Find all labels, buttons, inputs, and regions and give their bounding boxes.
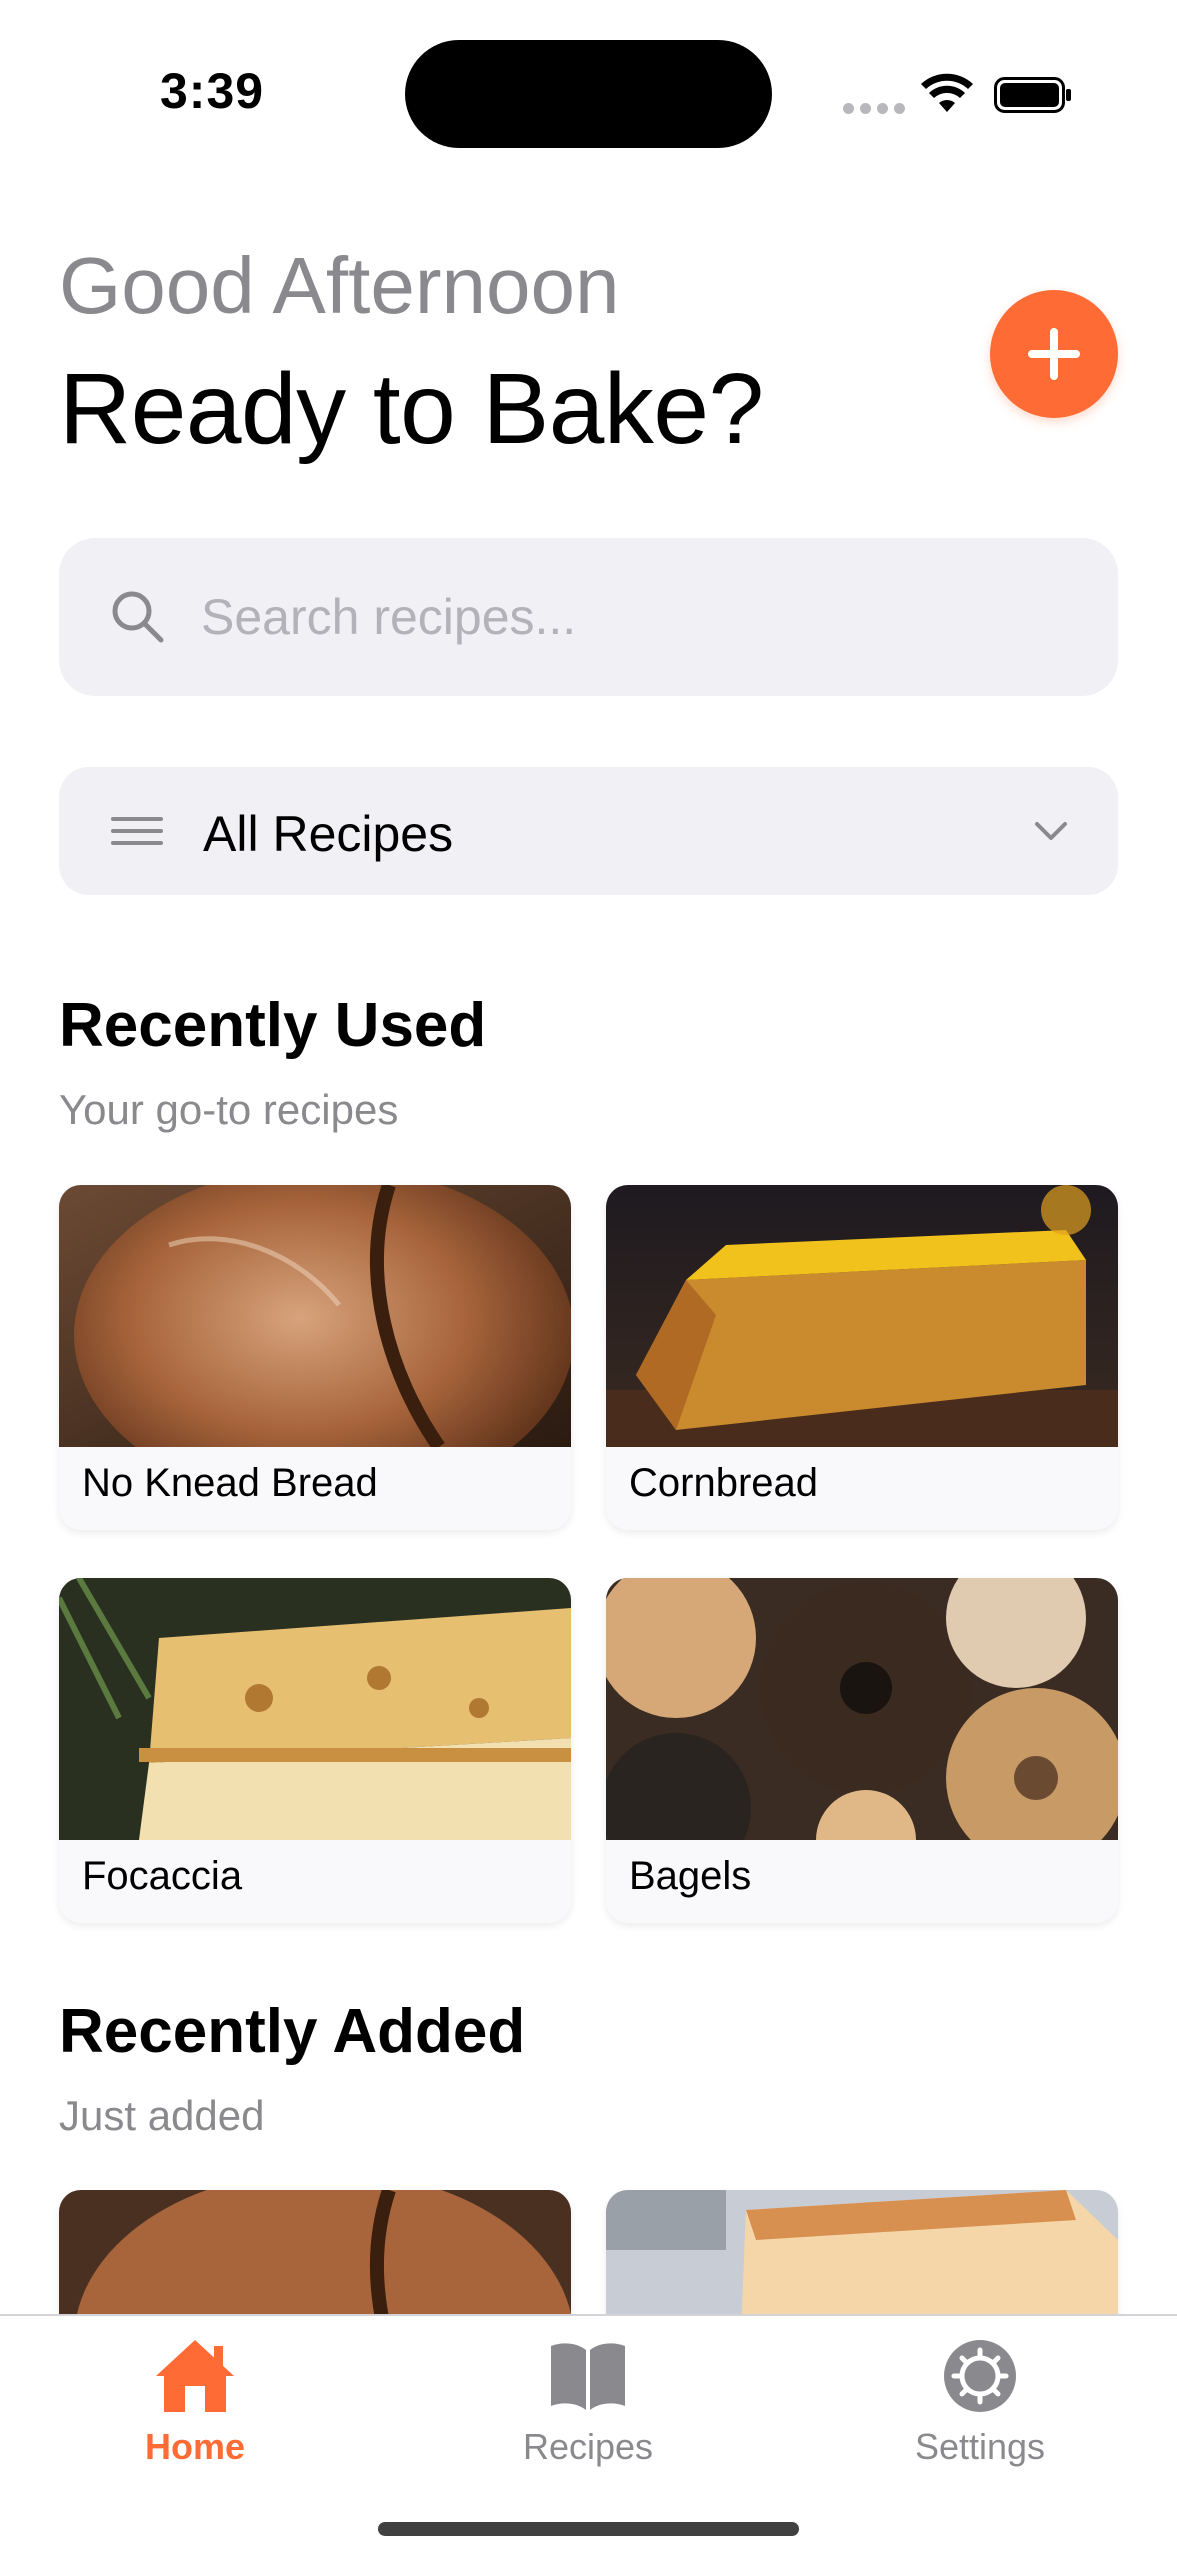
- recently-added-subtitle: Just added: [59, 2092, 265, 2139]
- bagels-image: [606, 1578, 1118, 1840]
- wifi-icon: [921, 73, 973, 112]
- bread-loaf-image: [59, 1185, 571, 1447]
- recipe-card[interactable]: Bagels: [606, 1578, 1118, 1923]
- home-indicator: [378, 2522, 799, 2536]
- search-input[interactable]: [201, 538, 1081, 696]
- category-filter-dropdown[interactable]: All Recipes: [59, 767, 1118, 895]
- tab-settings-label: Settings: [914, 2426, 1046, 2467]
- recipe-card-title: Focaccia: [82, 1854, 243, 1898]
- search-icon: [112, 591, 164, 643]
- recipe-card-title: Cornbread: [629, 1461, 819, 1505]
- recently-used-subtitle: Your go-to recipes: [59, 1086, 399, 1133]
- add-recipe-button[interactable]: [990, 290, 1118, 418]
- tab-recipes[interactable]: Recipes: [468, 2336, 708, 2486]
- filter-selected-label: All Recipes: [203, 806, 454, 862]
- recipe-card[interactable]: Focaccia: [59, 1578, 571, 1923]
- tab-home-label: Home: [144, 2426, 246, 2467]
- tab-recipes-label: Recipes: [522, 2426, 654, 2467]
- recently-added-title: Recently Added: [59, 1997, 526, 2066]
- book-icon: [551, 2343, 625, 2410]
- gear-icon: [944, 2340, 1016, 2412]
- cornbread-image: [606, 1185, 1118, 1447]
- page-title: Ready to Bake?: [59, 353, 764, 465]
- battery-icon: [994, 77, 1071, 113]
- search-bar[interactable]: [59, 538, 1118, 696]
- recipe-card[interactable]: Cornbread: [606, 1185, 1118, 1530]
- home-icon: [156, 2340, 234, 2412]
- recently-used-title: Recently Used: [59, 991, 487, 1060]
- dynamic-island: [405, 40, 772, 148]
- list-icon: [111, 817, 163, 845]
- greeting-text: Good Afternoon: [59, 241, 620, 330]
- chevron-down-icon: [1035, 822, 1067, 840]
- tab-settings[interactable]: Settings: [860, 2336, 1100, 2486]
- tab-home[interactable]: Home: [75, 2336, 315, 2486]
- recipe-card[interactable]: No Knead Bread: [59, 1185, 571, 1530]
- focaccia-image: [59, 1578, 571, 1840]
- recipe-card-title: Bagels: [629, 1854, 752, 1898]
- plus-icon: [1028, 328, 1080, 380]
- status-time: 3:39: [160, 63, 265, 119]
- recipe-card-title: No Knead Bread: [82, 1461, 378, 1505]
- cellular-signal-icon: [843, 103, 905, 114]
- status-bar: 3:39: [0, 0, 1177, 190]
